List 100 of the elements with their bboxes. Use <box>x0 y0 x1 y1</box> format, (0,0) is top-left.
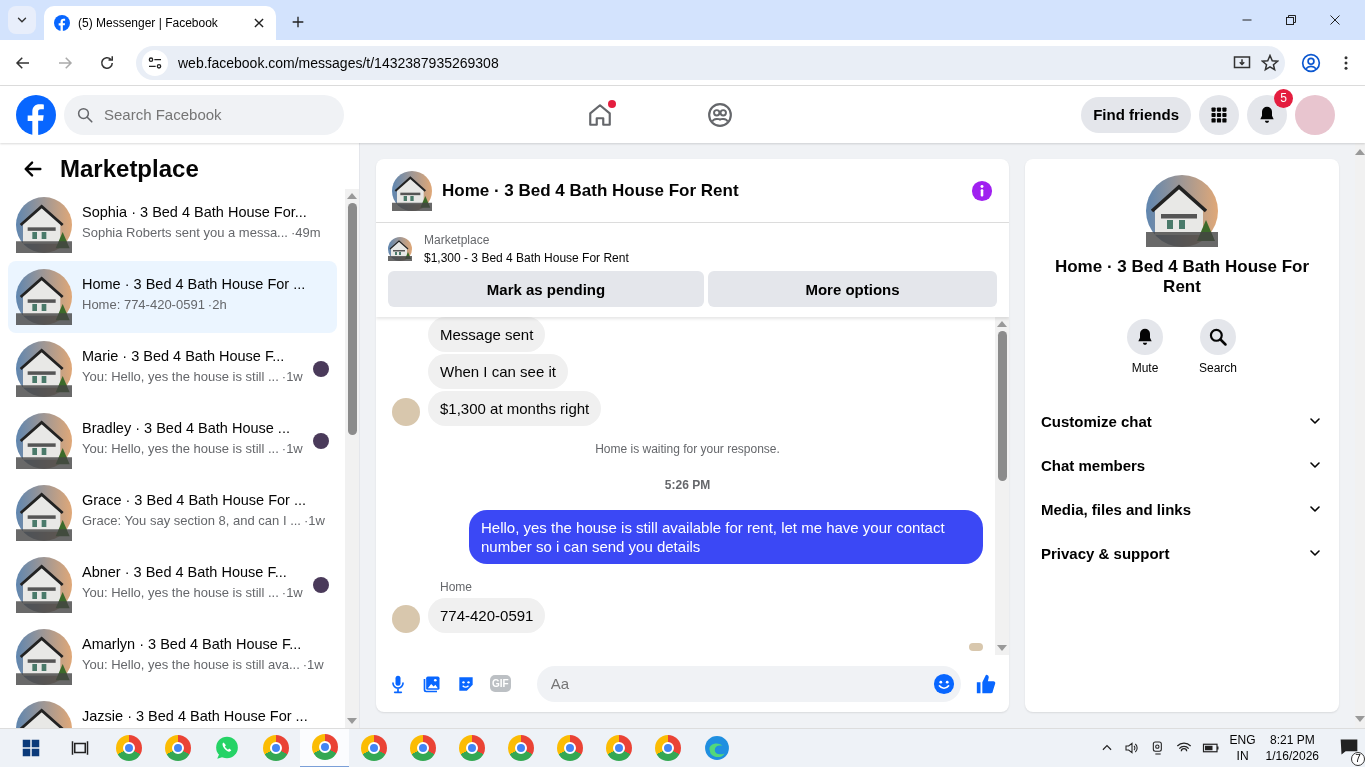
search-icon <box>76 105 94 124</box>
browser-icon <box>262 735 289 761</box>
task-view-icon[interactable] <box>70 739 89 757</box>
read-receipt-avatar <box>969 643 983 651</box>
star-icon[interactable] <box>1261 53 1279 72</box>
info-icon[interactable] <box>971 179 993 202</box>
conversation-item[interactable]: Grace · 3 Bed 4 Bath House For ... Grace: You say section 8, and can I ... ·1w <box>8 477 337 549</box>
house-avatar <box>16 557 72 613</box>
people-icon[interactable] <box>707 101 733 128</box>
conversation-title: Grace · 3 Bed 4 Bath House For ... <box>82 492 308 509</box>
back-icon[interactable] <box>22 158 44 180</box>
listing-title: $1,300 - 3 Bed 4 Bath House For Rent <box>424 251 629 265</box>
address-field[interactable]: web.facebook.com/messages/t/1432387935269308 <box>136 45 1285 80</box>
browser-icon <box>458 735 485 761</box>
message-bubble: Message sent <box>428 317 546 352</box>
house-avatar <box>16 413 72 469</box>
section-toggle[interactable]: Customize chat <box>1041 399 1323 443</box>
windows-start-icon[interactable] <box>21 739 40 757</box>
message-field[interactable]: Aa <box>536 665 961 702</box>
restore-icon[interactable] <box>1285 14 1297 26</box>
plus-icon <box>290 14 306 30</box>
clock-date[interactable]: 1/16/2026 <box>1265 748 1319 764</box>
home-icon[interactable] <box>587 101 613 128</box>
browser-icon <box>507 735 534 761</box>
scrollbar[interactable] <box>1355 143 1365 728</box>
message-preview: You: Hello, yes the house is still ... <box>82 585 279 600</box>
section-toggle[interactable]: Privacy & support <box>1041 531 1323 575</box>
house-avatar <box>1146 175 1218 247</box>
message-preview: You: Hello, yes the house is still ava... <box>82 657 300 672</box>
message-preview: You: Hello, yes the house is still ... <box>82 441 279 456</box>
conversation-item[interactable]: Abner · 3 Bed 4 Bath House F... You: Hello, yes the house is still ... ·1w <box>8 549 337 621</box>
browser-icon <box>605 735 632 761</box>
facebook-logo-icon <box>54 15 70 31</box>
message-bubble: 774-420-0591 <box>428 598 546 633</box>
reload-icon[interactable] <box>98 53 116 72</box>
action-button[interactable]: Mark as pending <box>388 271 704 307</box>
notification-badge: 5 <box>1274 88 1293 108</box>
browser-icon <box>115 735 142 761</box>
scrollbar[interactable] <box>345 189 359 728</box>
taskbar-app-button[interactable] <box>300 728 349 767</box>
find-friends-button[interactable]: Find friends <box>1081 96 1191 133</box>
facebook-logo-icon[interactable] <box>16 94 56 135</box>
speaker-icon[interactable] <box>1123 740 1140 756</box>
message-bubble: Hello, yes the house is still available for rent, let me have your contact number so i can send you details <box>469 510 983 564</box>
message-preview: You: Hello, yes the house is still ... <box>82 369 279 384</box>
status-notice: Home is waiting for your response. <box>595 442 780 456</box>
input-language[interactable]: ENG <box>1229 732 1256 748</box>
conversation-item[interactable]: Amarlyn · 3 Bed 4 Bath House F... You: Hello, yes the house is still ava... ·1w <box>8 621 337 693</box>
tab-title: (5) Messenger | Facebook <box>78 16 219 30</box>
browser-icon <box>654 735 681 761</box>
message-time: ·1w <box>302 657 324 672</box>
scrollbar[interactable] <box>995 317 1009 655</box>
thumbs-up-icon[interactable] <box>975 672 997 695</box>
conversation-title: Bradley · 3 Bed 4 Bath House ... <box>82 420 291 437</box>
clock-time[interactable]: 8:21 PM <box>1269 732 1315 748</box>
browser-icon <box>164 735 191 761</box>
conversation-title: Abner · 3 Bed 4 Bath House F... <box>82 564 288 581</box>
conversation-name: Home · 3 Bed 4 Bath House For Rent <box>1053 257 1311 297</box>
message-preview: Grace: You say section 8, and can I ... <box>82 513 301 528</box>
message-preview: Home: 774-420-0591 <box>82 297 205 312</box>
search-field[interactable]: Search Facebook <box>64 94 344 135</box>
listing-label: Marketplace <box>424 233 491 247</box>
message-time: ·49m <box>290 225 321 240</box>
close-icon[interactable] <box>252 16 266 30</box>
notification-count: 7 <box>1351 751 1365 766</box>
conversation-item[interactable]: Home · 3 Bed 4 Bath House For ... Home: 774-420-0591 ·2h <box>8 261 337 333</box>
message-time: ·2h <box>207 297 227 312</box>
house-avatar <box>16 629 72 685</box>
browser-icon <box>703 735 730 761</box>
house-avatar <box>16 485 72 541</box>
conversation-item[interactable]: Sophia · 3 Bed 4 Bath House For... Sophia Roberts sent you a messa... ·49m <box>8 189 337 261</box>
message-time: ·1w <box>281 369 303 384</box>
house-avatar <box>16 269 72 325</box>
section-toggle[interactable]: Chat members <box>1041 443 1323 487</box>
message-time: ·1w <box>303 513 325 528</box>
action-button[interactable]: More options <box>708 271 997 307</box>
browser-icon <box>409 735 436 761</box>
input-region[interactable]: IN <box>1236 748 1249 764</box>
message-preview: Sophia Roberts sent you a messa... <box>82 225 288 240</box>
house-avatar <box>392 170 432 211</box>
search-input[interactable]: Search Facebook <box>102 105 302 124</box>
chat-bubble-icon <box>213 735 240 761</box>
conversation-item[interactable]: Bradley · 3 Bed 4 Bath House ... You: Hello, yes the house is still ... ·1w <box>8 405 337 477</box>
conversation-item[interactable]: Marie · 3 Bed 4 Bath House F... You: Hello, yes the house is still ... ·1w <box>8 333 337 405</box>
site-settings-icon[interactable] <box>147 54 163 71</box>
close-icon[interactable] <box>1329 14 1341 26</box>
notifications-button[interactable] <box>1247 94 1287 135</box>
profile-icon[interactable] <box>1301 52 1321 73</box>
section-toggle[interactable]: Media, files and links <box>1041 487 1323 531</box>
conversation-title: Amarlyn · 3 Bed 4 Bath House F... <box>82 636 303 653</box>
message-input[interactable]: Aa <box>548 674 933 693</box>
house-thumbnail <box>388 237 412 261</box>
chat-title: Home · 3 Bed 4 Bath House For Rent <box>442 180 740 201</box>
browser-icon <box>311 734 338 760</box>
timestamp: 5:26 PM <box>664 478 711 492</box>
url-text: web.facebook.com/messages/t/1432387935269308 <box>178 54 500 71</box>
browser-tab[interactable]: (5) Messenger | Facebook <box>44 6 276 40</box>
menu-button[interactable] <box>1199 94 1239 135</box>
browser-icon <box>556 735 583 761</box>
emoji-icon[interactable] <box>933 672 955 695</box>
